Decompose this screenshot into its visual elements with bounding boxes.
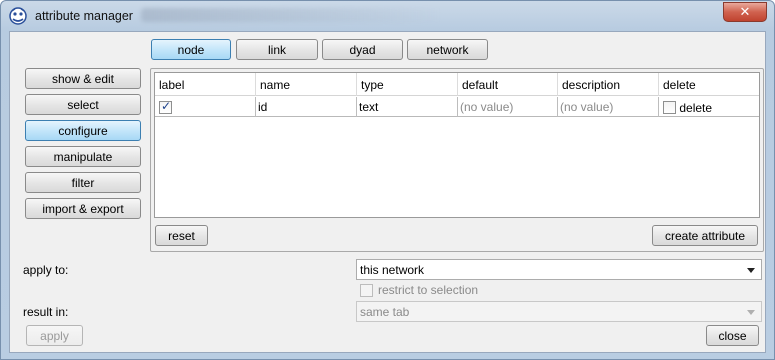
type-cell[interactable]: text [357,97,458,117]
restrict-label: restrict to selection [378,283,479,297]
tab-dyad[interactable]: dyad [322,39,403,60]
name-cell[interactable]: id [256,97,357,117]
result-in-select[interactable]: same tab [356,301,762,322]
blurred-title-detail [141,8,441,22]
result-in-value: same tab [360,305,410,319]
restrict-checkbox[interactable] [360,283,373,297]
reset-button[interactable]: reset [155,225,208,246]
apply-to-value: this network [360,263,425,277]
create-attribute-button[interactable]: create attribute [652,225,758,246]
attribute-panel: label name type default description dele… [150,68,764,252]
menu-show-edit[interactable]: show & edit [25,68,141,89]
table-header: label name type default description dele… [155,73,759,96]
result-in-label: result in: [23,305,69,319]
chevron-down-icon [747,268,755,273]
column-header-name[interactable]: name [256,73,357,96]
column-header-type[interactable]: type [357,73,458,96]
window: attribute manager ✕ node link dyad netwo… [0,0,775,360]
tab-network[interactable]: network [407,39,488,60]
tab-link[interactable]: link [236,39,318,60]
label-cell [155,97,256,117]
menu-manipulate[interactable]: manipulate [25,146,141,167]
column-header-delete[interactable]: delete [659,73,759,96]
menu-filter[interactable]: filter [25,172,141,193]
menu-select[interactable]: select [25,94,141,115]
apply-button[interactable]: apply [26,325,83,346]
tab-node[interactable]: node [151,39,231,60]
description-cell[interactable]: (no value) [558,97,659,117]
apply-to-label: apply to: [23,263,69,277]
app-logo-icon [9,7,27,25]
dialog-body: node link dyad network show & edit selec… [9,31,766,353]
attribute-table: label name type default description dele… [154,72,760,218]
menu-configure[interactable]: configure [25,120,141,141]
default-cell[interactable]: (no value) [458,97,558,117]
label-checkbox[interactable] [159,99,172,115]
delete-label: delete [679,100,713,115]
column-header-label[interactable]: label [155,73,256,96]
chevron-down-icon [747,310,755,315]
window-title: attribute manager [35,9,133,23]
window-close-icon[interactable]: ✕ [723,2,767,22]
apply-to-select[interactable]: this network [356,259,762,280]
delete-checkbox[interactable] [663,101,676,115]
close-button[interactable]: close [706,325,759,346]
column-header-description[interactable]: description [558,73,659,96]
column-header-default[interactable]: default [458,73,558,96]
restrict-option: restrict to selection [360,283,478,297]
title-bar[interactable]: attribute manager ✕ [1,1,774,31]
menu-import-export[interactable]: import & export [25,198,141,219]
table-row: id text (no value) (no value) delete [155,97,759,117]
delete-cell: delete [659,97,759,117]
